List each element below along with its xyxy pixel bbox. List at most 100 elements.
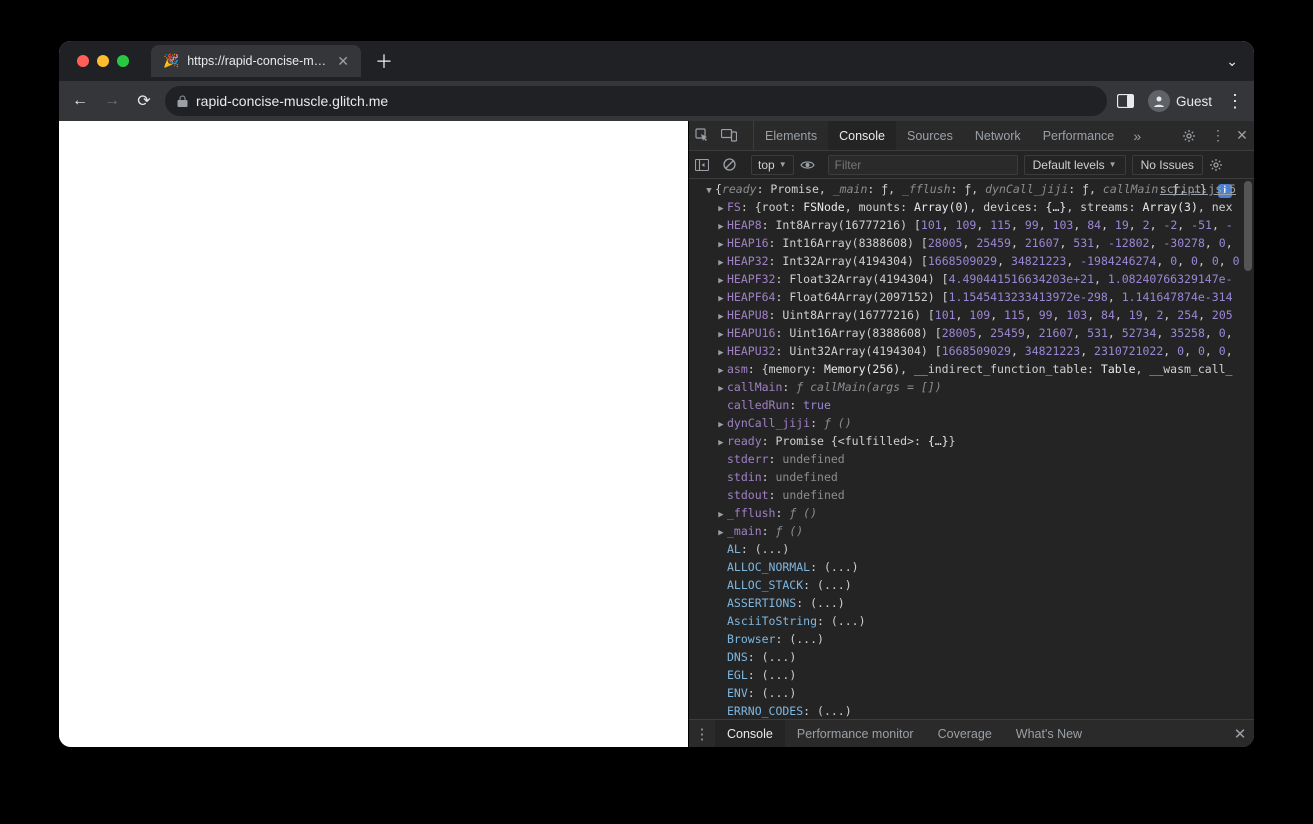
console-property-row[interactable]: HEAP32: Int32Array(4194304) [1668509029,… [689, 253, 1254, 271]
console-property-row[interactable]: FS: {root: FSNode, mounts: Array(0), dev… [689, 199, 1254, 217]
console-property-row[interactable]: dynCall_jiji: ƒ () [689, 415, 1254, 433]
expand-arrow-icon[interactable] [715, 327, 727, 343]
issues-button[interactable]: No Issues [1132, 155, 1203, 175]
expand-arrow-icon[interactable] [715, 507, 727, 523]
console-property-row[interactable]: ·Browser: (...) [689, 631, 1254, 649]
console-property-row[interactable]: HEAPU32: Uint32Array(4194304) [166850902… [689, 343, 1254, 361]
devtools-tab-console[interactable]: Console [828, 121, 896, 150]
reload-button[interactable]: ⟳ [133, 91, 155, 111]
expand-arrow-icon[interactable] [715, 525, 727, 541]
clear-console-icon[interactable] [723, 158, 745, 171]
omnibox[interactable]: rapid-concise-muscle.glitch.me [165, 86, 1107, 116]
profile-label: Guest [1176, 94, 1212, 109]
profile-button[interactable]: Guest [1148, 90, 1212, 112]
console-property-row[interactable]: _main: ƒ () [689, 523, 1254, 541]
console-scrollbar[interactable] [1242, 179, 1254, 719]
console-settings-icon[interactable] [1209, 158, 1231, 172]
scrollbar-thumb[interactable] [1244, 181, 1252, 271]
console-property-row[interactable]: ·calledRun: true [689, 397, 1254, 415]
console-property-row[interactable]: HEAPF32: Float32Array(4194304) [4.490441… [689, 271, 1254, 289]
tab-strip: 🎉 https://rapid-concise-muscle.g ✕ ＋ ⌄ [59, 41, 1254, 81]
console-property-row[interactable]: ·stderr: undefined [689, 451, 1254, 469]
tab-search-button[interactable]: ⌄ [1226, 53, 1238, 70]
devtools-tab-performance[interactable]: Performance [1032, 121, 1126, 150]
console-property-row[interactable]: callMain: ƒ callMain(args = []) [689, 379, 1254, 397]
expand-arrow-icon[interactable] [715, 345, 727, 361]
console-property-row[interactable]: ·ENV: (...) [689, 685, 1254, 703]
console-property-row[interactable]: HEAPU8: Uint8Array(16777216) [101, 109, … [689, 307, 1254, 325]
devtools-tab-network[interactable]: Network [964, 121, 1032, 150]
console-property-row[interactable]: ·ASSERTIONS: (...) [689, 595, 1254, 613]
expand-arrow-icon[interactable] [715, 291, 727, 307]
devtools-close-icon[interactable]: ✕ [1230, 127, 1254, 144]
console-property-row[interactable]: HEAP8: Int8Array(16777216) [101, 109, 11… [689, 217, 1254, 235]
expand-arrow-icon[interactable] [715, 237, 727, 253]
new-tab-button[interactable]: ＋ [375, 48, 393, 74]
lock-icon [177, 95, 188, 107]
expand-arrow-icon[interactable] [715, 201, 727, 217]
inspect-element-icon[interactable] [695, 128, 721, 143]
console-property-row[interactable]: HEAPU16: Uint16Array(8388608) [28005, 25… [689, 325, 1254, 343]
drawer-tab-console[interactable]: Console [715, 720, 785, 747]
console-property-row[interactable]: ·stdin: undefined [689, 469, 1254, 487]
forward-button[interactable]: → [101, 92, 123, 110]
console-sidebar-toggle-icon[interactable] [695, 159, 717, 171]
expand-arrow-icon[interactable] [715, 273, 727, 289]
devtools-menu-icon[interactable]: ⋮ [1206, 127, 1230, 144]
chevron-down-icon: ▼ [779, 160, 787, 169]
browser-menu-button[interactable]: ⋮ [1226, 91, 1244, 112]
source-link[interactable]: script.js:5 [1160, 181, 1236, 197]
execution-context-label: top [758, 158, 775, 172]
console-property-row[interactable]: ·ALLOC_STACK: (...) [689, 577, 1254, 595]
console-property-row[interactable]: ·ERRNO_CODES: (...) [689, 703, 1254, 719]
console-property-row[interactable]: ·AsciiToString: (...) [689, 613, 1254, 631]
expand-arrow-icon[interactable] [715, 417, 727, 433]
toolbar-right: Guest ⋮ [1117, 90, 1244, 112]
more-tabs-icon[interactable]: » [1125, 128, 1149, 144]
console-property-row[interactable]: ·DNS: (...) [689, 649, 1254, 667]
console-property-row[interactable]: ·stdout: undefined [689, 487, 1254, 505]
console-filter-input[interactable] [828, 155, 1018, 175]
expand-arrow-icon[interactable] [715, 381, 727, 397]
expand-arrow-icon[interactable] [715, 219, 727, 235]
console-property-row[interactable]: HEAP16: Int16Array(8388608) [28005, 2545… [689, 235, 1254, 253]
expand-arrow-icon[interactable] [715, 363, 727, 379]
console-output[interactable]: script.js:5 {ready: Promise, _main: ƒ, _… [689, 179, 1254, 719]
console-property-row[interactable]: ·EGL: (...) [689, 667, 1254, 685]
devtools-tab-sources[interactable]: Sources [896, 121, 964, 150]
tab-close-button[interactable]: ✕ [337, 53, 349, 70]
drawer-tab-coverage[interactable]: Coverage [926, 720, 1004, 747]
chevron-down-icon: ▼ [1109, 160, 1117, 169]
window-minimize-button[interactable] [97, 55, 109, 67]
devtools-tab-elements[interactable]: Elements [754, 121, 828, 150]
browser-tab[interactable]: 🎉 https://rapid-concise-muscle.g ✕ [151, 45, 361, 77]
devtools-settings-icon[interactable] [1182, 129, 1206, 143]
expand-arrow-icon[interactable] [715, 435, 727, 451]
back-button[interactable]: ← [69, 92, 91, 110]
browser-window: 🎉 https://rapid-concise-muscle.g ✕ ＋ ⌄ ←… [59, 41, 1254, 747]
expand-arrow-icon[interactable] [703, 183, 715, 199]
expand-arrow-icon[interactable] [715, 309, 727, 325]
device-toolbar-icon[interactable] [721, 129, 747, 142]
log-level-selector[interactable]: Default levels ▼ [1024, 155, 1126, 175]
issues-label: No Issues [1141, 158, 1194, 172]
console-property-row[interactable]: ·ALLOC_NORMAL: (...) [689, 559, 1254, 577]
console-property-row[interactable]: HEAPF64: Float64Array(2097152) [1.154541… [689, 289, 1254, 307]
window-close-button[interactable] [77, 55, 89, 67]
tab-favicon: 🎉 [163, 53, 179, 69]
drawer-close-icon[interactable]: ✕ [1226, 725, 1254, 743]
console-property-row[interactable]: ·AL: (...) [689, 541, 1254, 559]
page-viewport[interactable] [59, 121, 688, 747]
execution-context-selector[interactable]: top ▼ [751, 155, 794, 175]
drawer-tab-performance-monitor[interactable]: Performance monitor [785, 720, 926, 747]
drawer-tab-what-s-new[interactable]: What's New [1004, 720, 1094, 747]
console-property-row[interactable]: asm: {memory: Memory(256), __indirect_fu… [689, 361, 1254, 379]
expand-arrow-icon[interactable] [715, 255, 727, 271]
drawer-menu-icon[interactable]: ⋮ [689, 725, 715, 743]
window-maximize-button[interactable] [117, 55, 129, 67]
console-filter-field[interactable] [835, 158, 1011, 172]
console-property-row[interactable]: ready: Promise {<fulfilled>: {…}} [689, 433, 1254, 451]
side-panel-icon[interactable] [1117, 94, 1134, 108]
live-expression-icon[interactable] [800, 160, 822, 170]
console-property-row[interactable]: _fflush: ƒ () [689, 505, 1254, 523]
